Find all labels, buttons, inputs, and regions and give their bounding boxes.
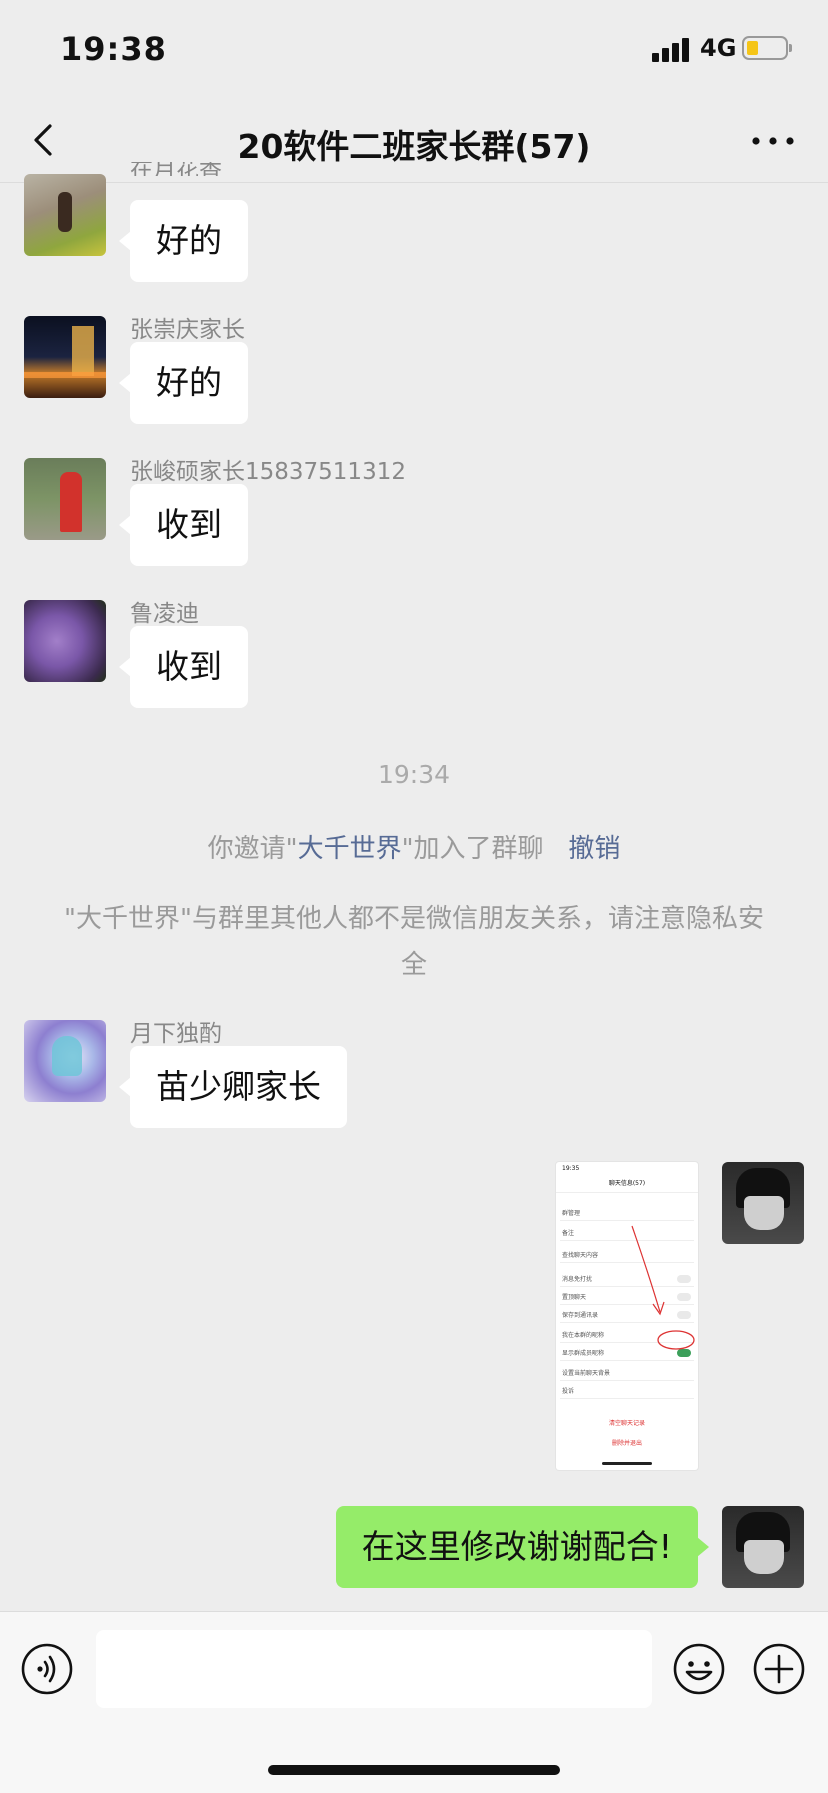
my-message-bubble[interactable]: 在这里修改谢谢配合! <box>335 1506 710 1588</box>
voice-icon[interactable] <box>20 1642 74 1696</box>
chat-header: 20软件二班家长群(57) <box>0 100 828 183</box>
avatar[interactable] <box>24 316 106 398</box>
undo-link[interactable]: 撤销 <box>568 834 620 864</box>
my-avatar[interactable] <box>722 1162 804 1244</box>
message-bubble[interactable]: 收到 <box>119 484 248 566</box>
message-sender: 张崇庆家长 <box>130 317 245 343</box>
avatar[interactable] <box>24 174 106 256</box>
red-arrow-annotation <box>631 1225 695 1350</box>
message-sender: 月下独酌 <box>130 1021 222 1047</box>
screenshot-image[interactable]: 19:35 聊天信息(57) 群管理 备注 查找聊天内容 消息免打扰 置顶聊天 … <box>556 1162 698 1470</box>
message-bubble[interactable]: 苗少卿家长 <box>119 1046 347 1128</box>
message-sender: 张峻硕家长15837511312 <box>130 459 406 485</box>
invitee-link[interactable]: 大千世界 <box>298 834 402 864</box>
avatar[interactable] <box>24 458 106 540</box>
privacy-notice: "大千世界"与群里其他人都不是微信朋友关系，请注意隐私安全 <box>64 904 764 980</box>
emoji-icon[interactable] <box>672 1642 726 1696</box>
message-input[interactable] <box>96 1630 652 1708</box>
avatar[interactable] <box>24 1020 106 1102</box>
more-icon[interactable] <box>748 126 798 156</box>
message-bubble[interactable]: 好的 <box>119 200 248 282</box>
timestamp: 19:34 <box>377 760 451 789</box>
my-avatar[interactable] <box>722 1506 804 1588</box>
message-sender-clipped: 在月花香 <box>130 162 222 176</box>
chat-title: 20软件二班家长群(57) <box>237 127 591 166</box>
message-bubble[interactable]: 好的 <box>119 342 248 424</box>
plus-icon[interactable] <box>752 1642 806 1696</box>
home-indicator <box>268 1765 560 1775</box>
network-label: 4G <box>700 34 737 62</box>
message-bubble[interactable]: 收到 <box>119 626 248 708</box>
signal-icon <box>652 36 692 62</box>
status-time: 19:38 <box>60 30 167 68</box>
status-bar: 19:38 4G <box>0 0 828 100</box>
system-invite-message: 你邀请"大千世界"加入了群聊 撤销 <box>207 834 621 864</box>
message-sender: 鲁凌迪 <box>130 601 199 627</box>
avatar[interactable] <box>24 600 106 682</box>
screenshot-home-bar <box>602 1462 652 1465</box>
battery-icon <box>742 36 792 60</box>
